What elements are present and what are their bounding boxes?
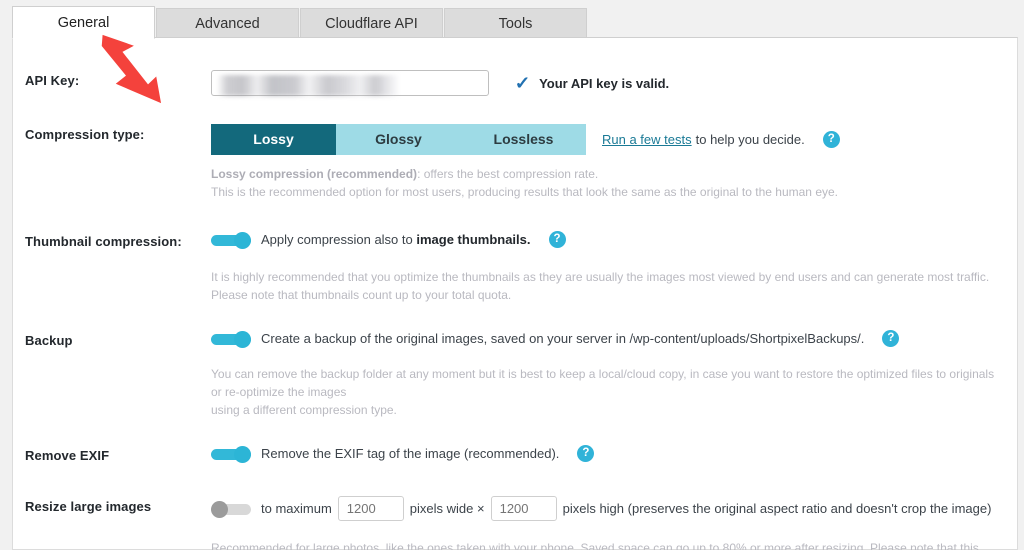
thumbnail-compression-text: Apply compression also to image thumbnai… xyxy=(261,232,531,247)
tab-cloudflare-api[interactable]: Cloudflare API xyxy=(300,8,443,39)
resize-text-middle: pixels wide × xyxy=(409,501,485,516)
question-mark-icon-compression[interactable]: ? xyxy=(822,131,840,148)
general-settings-panel: API Key: ✓ Your API key is valid. Compre… xyxy=(12,37,1018,550)
thumbnail-text-before: Apply compression also to xyxy=(261,232,417,247)
resize-height-input[interactable] xyxy=(490,496,557,521)
resize-text-before: to maximum xyxy=(261,501,332,516)
resize-large-images-label: Resize large images xyxy=(25,499,152,514)
thumbnail-desc-line2: Please note that thumbnails count up to … xyxy=(211,288,512,302)
tab-general-label: General xyxy=(57,15,110,31)
toggle-knob xyxy=(234,330,251,348)
run-a-few-tests-link[interactable]: Run a few tests xyxy=(602,132,692,147)
compression-option-lossless[interactable]: Lossless xyxy=(461,124,586,155)
compression-option-lossless-label: Lossless xyxy=(493,131,554,147)
row-api-key: API Key: ✓ Your API key is valid. xyxy=(13,70,1017,96)
compression-option-glossy-label: Glossy xyxy=(375,131,422,147)
resize-width-input[interactable] xyxy=(337,496,404,521)
compression-option-lossy[interactable]: Lossy xyxy=(211,124,336,155)
backup-toggle[interactable] xyxy=(211,330,251,348)
backup-description: You can remove the backup folder at any … xyxy=(211,365,1003,419)
remove-exif-label: Remove EXIF xyxy=(25,448,110,463)
shortpixel-settings-page: General Advanced Cloudflare API Tools AP… xyxy=(0,0,1024,550)
tab-tools[interactable]: Tools xyxy=(444,8,587,39)
compression-type-segmented-control: Lossy Glossy Lossless xyxy=(211,124,586,155)
tab-advanced-label: Advanced xyxy=(195,16,260,32)
compression-option-glossy[interactable]: Glossy xyxy=(336,124,461,155)
compression-desc-rest: : offers the best compression rate. xyxy=(417,167,599,181)
api-key-input-wrap xyxy=(211,70,489,96)
thumbnail-description: It is highly recommended that you optimi… xyxy=(211,268,1003,304)
thumbnail-compression-label: Thumbnail compression: xyxy=(25,234,182,249)
row-thumbnail-compression: Thumbnail compression: Apply compression… xyxy=(13,231,1017,304)
compression-desc-line2: This is the recommended option for most … xyxy=(211,185,838,199)
toggle-knob xyxy=(234,231,251,249)
resize-text-after: pixels high (preserves the original aspe… xyxy=(562,501,992,516)
resize-desc-line1: Recommended for large photos, like the o… xyxy=(211,541,979,550)
checkmark-icon: ✓ xyxy=(514,73,531,93)
api-key-status-text: Your API key is valid. xyxy=(539,75,670,91)
compression-description: Lossy compression (recommended): offers … xyxy=(211,165,1003,201)
backup-label: Backup xyxy=(25,333,73,348)
row-compression-type: Compression type: Lossy Glossy Lossless … xyxy=(13,124,1017,201)
resize-description: Recommended for large photos, like the o… xyxy=(211,539,1003,550)
resize-large-images-toggle[interactable] xyxy=(211,500,251,518)
tab-general[interactable]: General xyxy=(12,6,155,39)
compression-type-label: Compression type: xyxy=(25,127,145,142)
row-resize-large-images: Resize large images to maximum pixels wi… xyxy=(13,496,1017,550)
api-key-label: API Key: xyxy=(25,73,80,88)
question-mark-icon-backup[interactable]: ? xyxy=(882,330,900,347)
row-remove-exif: Remove EXIF Remove the EXIF tag of the i… xyxy=(13,445,1017,463)
tab-tools-label: Tools xyxy=(498,16,533,32)
question-mark-icon-remove-exif[interactable]: ? xyxy=(577,445,595,462)
question-mark-icon-thumbnail[interactable]: ? xyxy=(548,231,566,248)
thumbnail-compression-toggle[interactable] xyxy=(211,231,251,249)
tab-cloudflare-api-label: Cloudflare API xyxy=(325,16,418,32)
backup-text: Create a backup of the original images, … xyxy=(261,331,865,346)
thumbnail-desc-line1: It is highly recommended that you optimi… xyxy=(211,270,990,284)
remove-exif-text: Remove the EXIF tag of the image (recomm… xyxy=(261,446,560,461)
thumbnail-text-strong: image thumbnails. xyxy=(416,232,531,247)
settings-tab-bar: General Advanced Cloudflare API Tools xyxy=(0,0,1024,39)
api-key-input[interactable] xyxy=(211,70,489,96)
tab-advanced[interactable]: Advanced xyxy=(156,8,299,39)
compression-option-lossy-label: Lossy xyxy=(253,131,294,147)
toggle-knob xyxy=(211,500,228,518)
backup-desc-line1: You can remove the backup folder at any … xyxy=(211,367,995,399)
backup-desc-line2: using a different compression type. xyxy=(211,403,397,417)
compression-help-row: Run a few tests to help you decide. ? xyxy=(602,131,840,148)
api-key-status: ✓ Your API key is valid. xyxy=(514,73,670,93)
compression-desc-strong: Lossy compression (recommended) xyxy=(211,167,418,181)
compression-aside-text: to help you decide. xyxy=(695,132,805,147)
remove-exif-toggle[interactable] xyxy=(211,445,251,463)
toggle-knob xyxy=(234,445,251,463)
row-backup: Backup Create a backup of the original i… xyxy=(13,330,1017,419)
